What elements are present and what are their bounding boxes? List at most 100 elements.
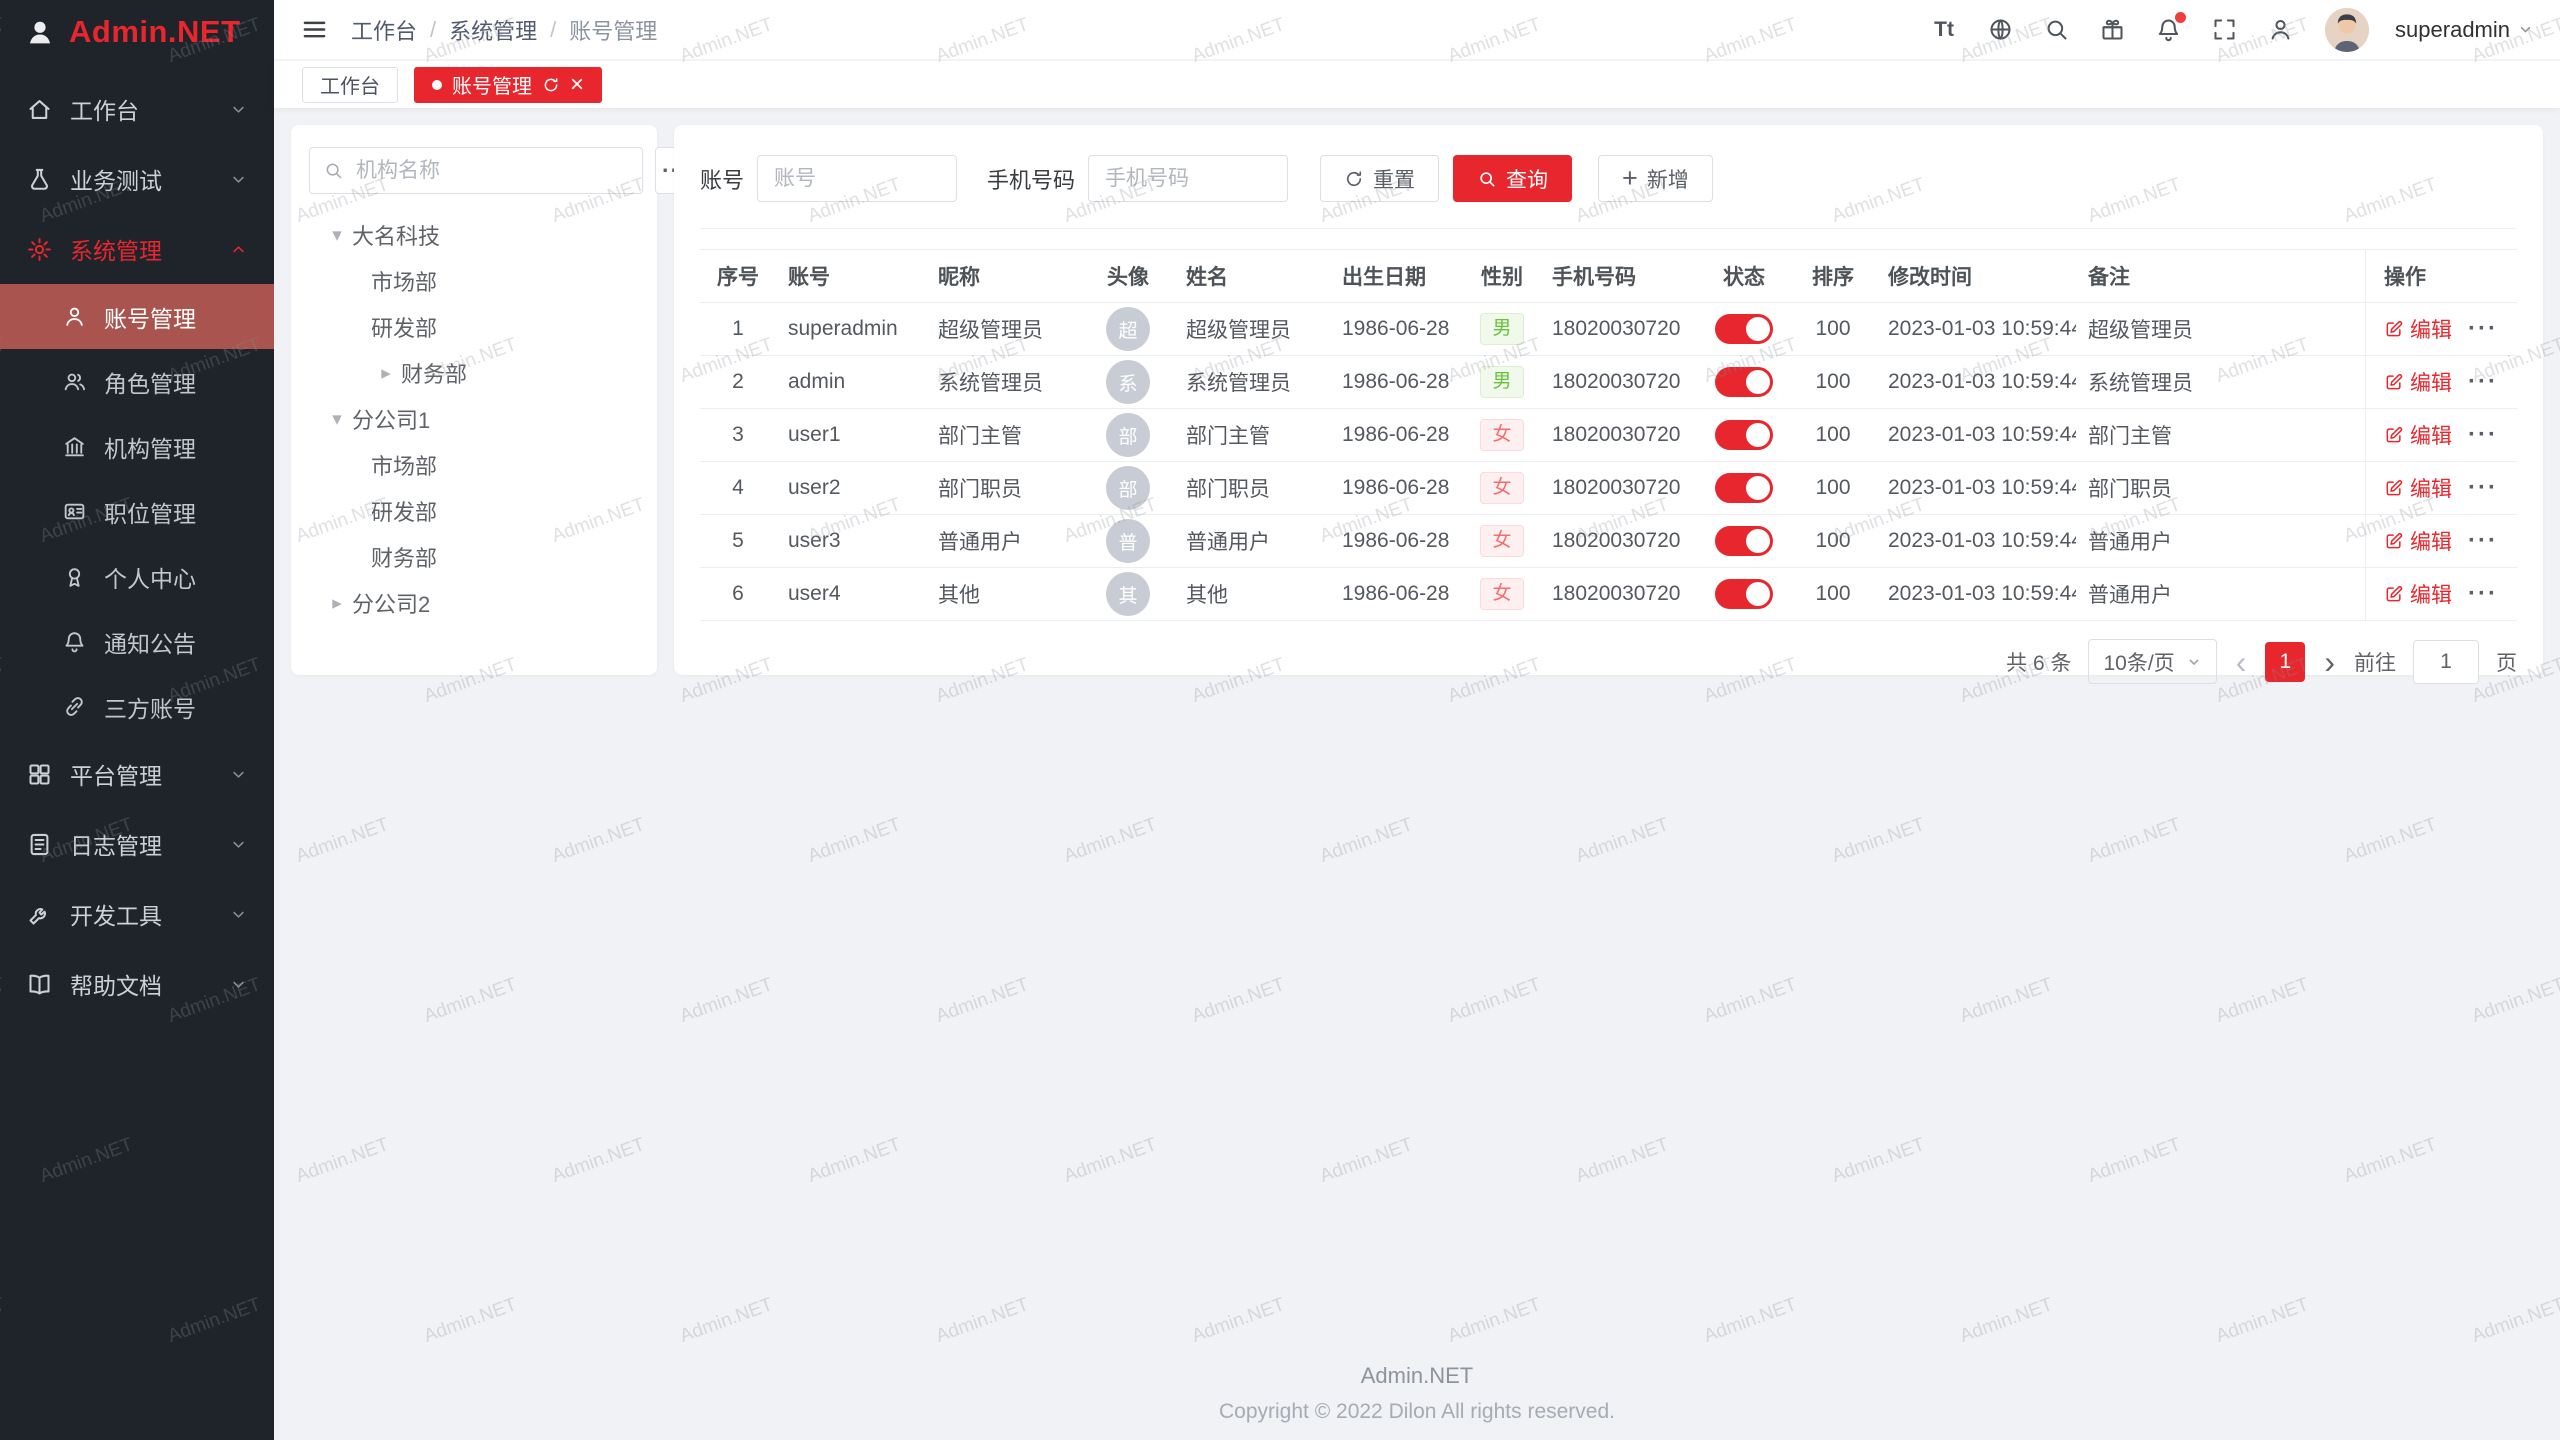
- sidebar-item-log-mgmt[interactable]: 日志管理: [0, 809, 274, 879]
- row-more-button[interactable]: ···: [2468, 476, 2498, 500]
- row-more-button[interactable]: ···: [2468, 582, 2498, 606]
- sidebar-item-account-mgmt[interactable]: 账号管理: [0, 284, 274, 349]
- avatar[interactable]: [2325, 8, 2369, 52]
- refresh-icon[interactable]: [542, 76, 560, 94]
- edit-button[interactable]: 编辑: [2384, 579, 2452, 609]
- status-toggle[interactable]: [1715, 367, 1773, 397]
- edit-button[interactable]: 编辑: [2384, 420, 2452, 450]
- col-status: 状态: [1698, 261, 1790, 291]
- sidebar-item-org-mgmt[interactable]: 机构管理: [0, 414, 274, 479]
- caret-down-icon[interactable]: ▾: [322, 408, 352, 431]
- sidebar-item-system-mgmt[interactable]: 系统管理: [0, 214, 274, 284]
- row-more-button[interactable]: ···: [2468, 370, 2498, 394]
- tree-node[interactable]: ▾ 分公司1: [309, 396, 639, 442]
- reset-button[interactable]: 重置: [1320, 155, 1439, 202]
- menu-collapse-icon[interactable]: [300, 15, 329, 44]
- edit-button[interactable]: 编辑: [2384, 473, 2452, 503]
- cell-status: [1698, 367, 1790, 397]
- cell-order: 100: [1790, 582, 1876, 606]
- tree-node[interactable]: ▸ 财务部: [309, 350, 639, 396]
- tree-node[interactable]: 市场部: [309, 258, 639, 304]
- close-icon[interactable]: ×: [570, 73, 584, 97]
- username-text: superadmin: [2395, 17, 2510, 43]
- tree-search-row: ···: [309, 147, 639, 194]
- col-modified: 修改时间: [1876, 261, 2076, 291]
- sidebar-item-help-docs[interactable]: 帮助文档: [0, 949, 274, 1019]
- search-icon[interactable]: [2041, 15, 2071, 45]
- gender-badge: 女: [1480, 578, 1523, 611]
- cell-account: user1: [776, 423, 926, 447]
- add-button[interactable]: + 新增: [1598, 155, 1713, 202]
- page-number-current[interactable]: 1: [2265, 642, 2305, 682]
- cell-nickname: 部门职员: [926, 473, 1082, 503]
- phone-filter-input[interactable]: [1088, 155, 1288, 202]
- flask-icon: [26, 166, 53, 193]
- sidebar-item-dev-tools[interactable]: 开发工具: [0, 879, 274, 949]
- language-icon[interactable]: [1985, 15, 2015, 45]
- cell-avatar: 超: [1082, 307, 1174, 351]
- sidebar-item-role-mgmt[interactable]: 角色管理: [0, 349, 274, 414]
- pagination: 共 6 条 10条/页 ‹ 1 › 前往 页: [700, 621, 2517, 684]
- tree-node[interactable]: ▾ 大名科技: [309, 212, 639, 258]
- prev-page-button[interactable]: ‹: [2234, 646, 2249, 678]
- gender-badge: 女: [1480, 472, 1523, 505]
- tree-node[interactable]: 研发部: [309, 304, 639, 350]
- status-toggle[interactable]: [1715, 314, 1773, 344]
- cell-phone: 18020030720: [1540, 423, 1698, 447]
- sidebar-item-personal-center[interactable]: 个人中心: [0, 544, 274, 609]
- app-logo[interactable]: Admin.NET: [0, 0, 274, 64]
- caret-down-icon[interactable]: ▾: [322, 224, 352, 247]
- cell-order: 100: [1790, 370, 1876, 394]
- font-size-icon[interactable]: Tt: [1929, 15, 1959, 45]
- cell-account: superadmin: [776, 317, 926, 341]
- sidebar-item-platform-mgmt[interactable]: 平台管理: [0, 739, 274, 809]
- breadcrumb: 工作台 / 系统管理 / 账号管理: [351, 14, 657, 46]
- edit-button[interactable]: 编辑: [2384, 367, 2452, 397]
- next-page-button[interactable]: ›: [2322, 646, 2337, 678]
- content-area: ··· ▾ 大名科技 市场部 研发部 ▸ 财务部: [274, 108, 2560, 1440]
- user-menu[interactable]: superadmin: [2395, 17, 2534, 43]
- tree-node[interactable]: 市场部: [309, 442, 639, 488]
- user-icon[interactable]: [2265, 15, 2295, 45]
- edit-button[interactable]: 编辑: [2384, 526, 2452, 556]
- sidebar-item-notice[interactable]: 通知公告: [0, 609, 274, 674]
- cell-gender: 女: [1464, 578, 1540, 611]
- sidebar-item-workbench[interactable]: 工作台: [0, 74, 274, 144]
- cell-actions: 编辑 ···: [2365, 462, 2517, 514]
- status-toggle[interactable]: [1715, 420, 1773, 450]
- sidebar-item-third-party-account[interactable]: 三方账号: [0, 674, 274, 739]
- row-more-button[interactable]: ···: [2468, 317, 2498, 341]
- cell-no: 4: [700, 476, 776, 500]
- edit-button[interactable]: 编辑: [2384, 314, 2452, 344]
- tree-node[interactable]: 财务部: [309, 534, 639, 580]
- col-nickname: 昵称: [926, 261, 1082, 291]
- search-icon: [1477, 169, 1497, 189]
- page-size-select[interactable]: 10条/页: [2088, 639, 2216, 684]
- goto-page-input[interactable]: [2413, 640, 2479, 684]
- breadcrumb-system-mgmt[interactable]: 系统管理: [449, 14, 537, 46]
- row-more-button[interactable]: ···: [2468, 423, 2498, 447]
- sidebar-item-business-test[interactable]: 业务测试: [0, 144, 274, 214]
- cell-gender: 女: [1464, 472, 1540, 505]
- theme-icon[interactable]: [2097, 15, 2127, 45]
- fullscreen-icon[interactable]: [2209, 15, 2239, 45]
- status-toggle[interactable]: [1715, 473, 1773, 503]
- status-toggle[interactable]: [1715, 579, 1773, 609]
- caret-right-icon[interactable]: ▸: [371, 362, 401, 385]
- tab-account-mgmt[interactable]: 账号管理 ×: [414, 67, 602, 103]
- account-filter-input[interactable]: [757, 155, 957, 202]
- tab-workbench[interactable]: 工作台: [302, 67, 398, 103]
- notification-bell-icon[interactable]: [2153, 15, 2183, 45]
- app-root: Admin.NET 工作台 业务测试: [0, 0, 2560, 1440]
- sidebar-item-position-mgmt[interactable]: 职位管理: [0, 479, 274, 544]
- tree-node[interactable]: 研发部: [309, 488, 639, 534]
- caret-right-icon[interactable]: ▸: [322, 592, 352, 615]
- search-button[interactable]: 查询: [1453, 155, 1572, 202]
- status-toggle[interactable]: [1715, 526, 1773, 556]
- cell-gender: 男: [1464, 366, 1540, 399]
- org-search-input[interactable]: [354, 158, 629, 184]
- sidebar: Admin.NET 工作台 业务测试: [0, 0, 274, 1440]
- tree-node[interactable]: ▸ 分公司2: [309, 580, 639, 626]
- breadcrumb-workbench[interactable]: 工作台: [351, 14, 417, 46]
- row-more-button[interactable]: ···: [2468, 529, 2498, 553]
